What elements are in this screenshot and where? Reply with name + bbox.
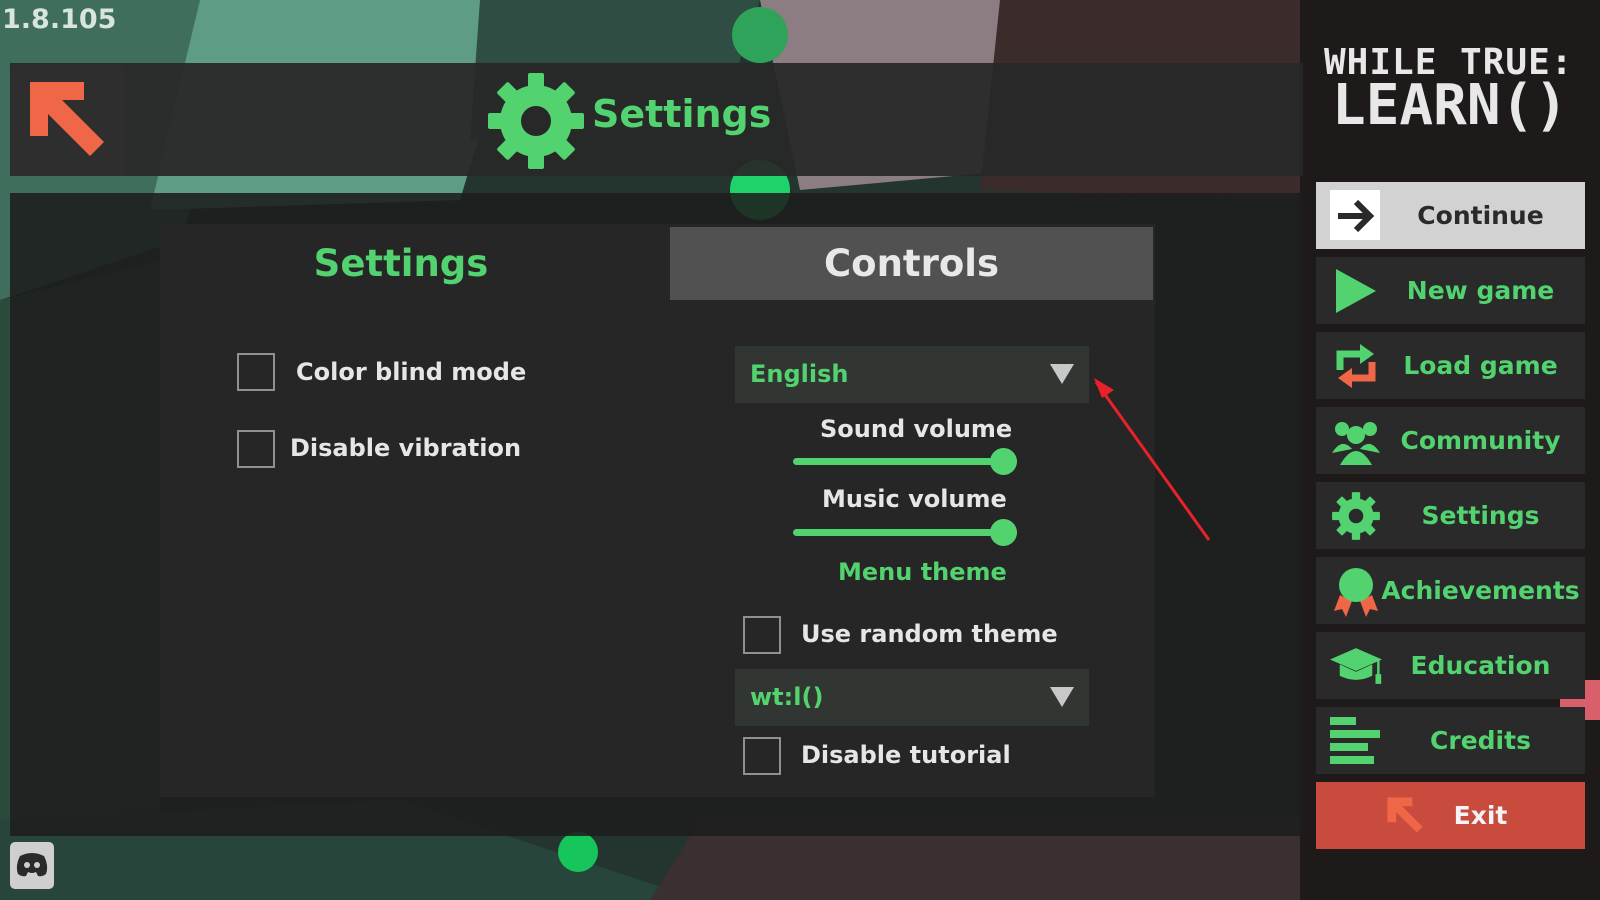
disable-vibration-checkbox[interactable] <box>237 430 275 468</box>
credits-button[interactable]: Credits <box>1316 707 1585 774</box>
continue-label: Continue <box>1417 201 1544 230</box>
exit-label: Exit <box>1453 801 1508 830</box>
credits-label: Credits <box>1430 726 1531 755</box>
settings-menu-label: Settings <box>1421 501 1540 530</box>
dropdown-arrow-icon <box>1050 364 1074 384</box>
reload-icon <box>1336 344 1376 388</box>
settings-button[interactable]: Settings <box>1316 482 1585 549</box>
community-label: Community <box>1400 426 1561 455</box>
play-icon <box>1336 269 1376 313</box>
slider-thumb[interactable] <box>989 448 1017 475</box>
gear-icon <box>1332 492 1380 540</box>
education-button[interactable]: Education <box>1316 632 1585 699</box>
back-arrow-icon <box>30 82 104 156</box>
dropdown-arrow-icon <box>1050 687 1074 707</box>
use-random-theme-label: Use random theme <box>801 620 1058 648</box>
tab-settings[interactable]: Settings <box>160 227 642 300</box>
slider-fill <box>793 529 1017 536</box>
use-random-theme-checkbox[interactable] <box>743 616 781 654</box>
gear-icon <box>488 73 584 169</box>
slider-fill <box>793 458 1017 465</box>
music-volume-slider[interactable] <box>793 517 1017 547</box>
music-volume-label: Music volume <box>822 485 1007 513</box>
disable-tutorial-label: Disable tutorial <box>801 741 1011 769</box>
education-label: Education <box>1410 651 1551 680</box>
back-button[interactable] <box>12 65 124 176</box>
new-game-label: New game <box>1406 276 1555 305</box>
menu-theme-label: Menu theme <box>838 558 1007 586</box>
disable-tutorial-checkbox[interactable] <box>743 737 781 775</box>
tab-controls[interactable]: Controls <box>670 227 1153 300</box>
load-game-button[interactable]: Load game <box>1316 332 1585 399</box>
discord-icon <box>16 853 48 877</box>
disable-vibration-label: Disable vibration <box>290 434 522 462</box>
language-value: English <box>750 360 849 388</box>
people-icon <box>1332 422 1380 465</box>
annotation-arrow <box>1094 378 1211 541</box>
continue-button[interactable]: Continue <box>1316 182 1585 249</box>
page-title: Settings <box>592 92 772 136</box>
version-label: 1.8.105 <box>2 4 117 35</box>
lines-icon <box>1330 717 1380 764</box>
theme-value: wt:l() <box>750 683 824 711</box>
color-blind-mode-checkbox[interactable] <box>237 353 275 391</box>
language-dropdown[interactable]: English <box>735 346 1089 403</box>
medal-icon <box>1334 568 1378 617</box>
sound-volume-slider[interactable] <box>793 446 1017 476</box>
graduation-cap-icon <box>1330 648 1382 684</box>
theme-dropdown[interactable]: wt:l() <box>735 669 1089 726</box>
load-game-label: Load game <box>1403 351 1558 380</box>
discord-button[interactable] <box>10 842 54 889</box>
sound-volume-label: Sound volume <box>820 415 1013 443</box>
new-game-button[interactable]: New game <box>1316 257 1585 324</box>
exit-button[interactable]: Exit <box>1316 782 1585 849</box>
achievements-button[interactable]: Achievements <box>1316 557 1585 624</box>
logo-line2: LEARN() <box>1332 73 1569 138</box>
achievements-label: Achievements <box>1381 576 1580 605</box>
arrow-right-icon <box>1330 190 1380 240</box>
color-blind-mode-label: Color blind mode <box>296 358 527 386</box>
community-button[interactable]: Community <box>1316 407 1585 474</box>
slider-thumb[interactable] <box>989 519 1017 546</box>
